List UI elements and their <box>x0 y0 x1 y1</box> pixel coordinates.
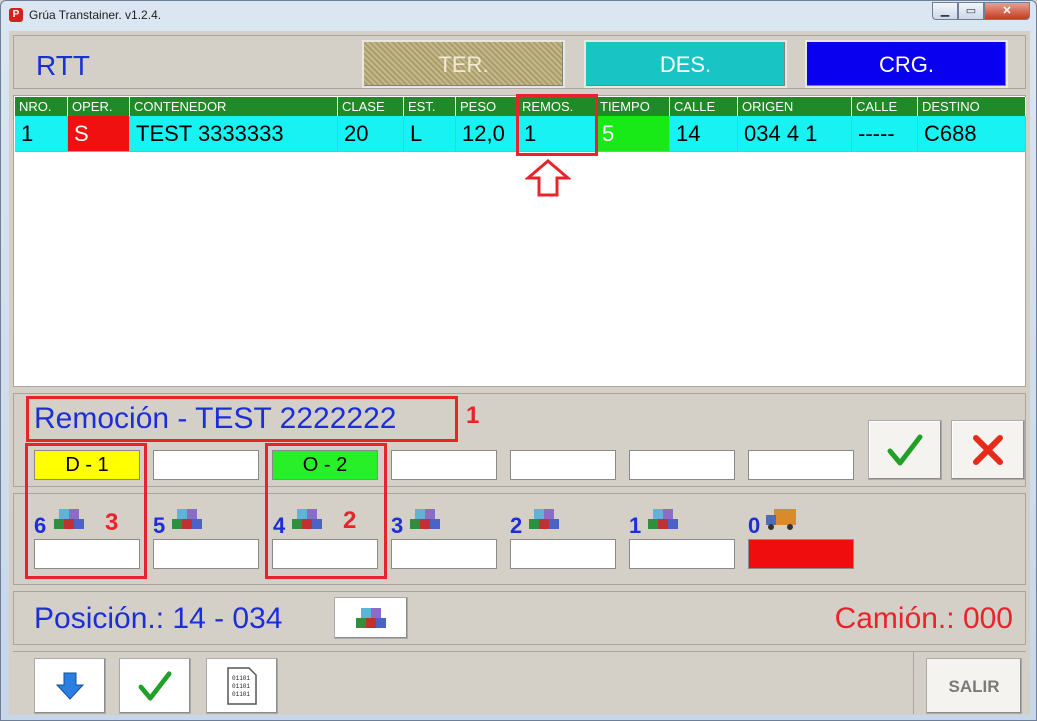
tier-label-6: 6 <box>34 513 47 538</box>
window-title: Grúa Transtainer. v1.2.4. <box>29 8 162 22</box>
tier-label-4: 4 <box>273 513 286 538</box>
mode-des-button[interactable]: DES. <box>584 40 787 88</box>
binary-document-button[interactable]: 01101 01101 01101 <box>206 658 278 714</box>
tier-slot-4[interactable] <box>272 539 378 569</box>
container-stack-icon <box>54 509 84 529</box>
col-header-calle[interactable]: CALLE <box>670 97 738 116</box>
svg-text:01101: 01101 <box>232 691 250 698</box>
tier-slot-0[interactable] <box>748 539 854 569</box>
cell-clase: 20 <box>338 116 404 152</box>
tier-slot-6[interactable] <box>34 539 140 569</box>
brand-label: RTT <box>36 50 90 81</box>
container-stack-icon <box>172 509 202 529</box>
col-header-est[interactable]: EST. <box>404 97 456 116</box>
annotation-2: 2 <box>343 507 357 534</box>
col-header-calle-destino[interactable]: CALLE <box>852 97 918 116</box>
app-window: P Grúa Transtainer. v1.2.4. ▁ ▭ ✕ RTT TE… <box>0 0 1037 721</box>
cell-peso: 12,0 <box>456 116 518 152</box>
cell-oper: S <box>68 116 130 152</box>
download-button[interactable] <box>34 658 106 714</box>
cell-contenedor: TEST 3333333 <box>130 116 338 152</box>
title-bar[interactable]: P Grúa Transtainer. v1.2.4. ▁ ▭ ✕ <box>1 1 1036 29</box>
moves-table: NRO. OPER. CONTENEDOR CLASE EST. PESO RE… <box>13 94 1026 387</box>
container-stack-icon <box>410 509 440 529</box>
mode-crg-button[interactable]: CRG. <box>805 40 1008 88</box>
cell-est: L <box>404 116 456 152</box>
annotation-1: 1 <box>466 402 480 429</box>
tier-slot-3[interactable] <box>391 539 497 569</box>
up-arrow-icon <box>525 159 571 197</box>
tier-label-5: 5 <box>153 513 166 538</box>
toolbar-separator <box>913 652 914 714</box>
col-header-destino[interactable]: DESTINO <box>918 97 1026 116</box>
removal-slot-6[interactable] <box>629 450 735 480</box>
tier-label-3: 3 <box>391 513 404 538</box>
minimize-button[interactable]: ▁ <box>932 2 958 20</box>
container-stack-icon <box>292 509 322 529</box>
col-header-contenedor[interactable]: CONTENEDOR <box>130 97 338 116</box>
cell-calle-destino: ----- <box>852 116 918 152</box>
col-header-clase[interactable]: CLASE <box>338 97 404 116</box>
container-stack-icon <box>648 509 678 529</box>
removal-panel: Remoción - TEST 2222222 1 D - 1 O - 2 <box>13 393 1026 487</box>
checkmark-icon <box>138 671 172 701</box>
cell-origen: 034 4 1 <box>738 116 852 152</box>
bottom-toolbar: 01101 01101 01101 SALIR <box>13 651 1026 714</box>
annotation-3: 3 <box>105 509 119 536</box>
tier-slot-1[interactable] <box>629 539 735 569</box>
close-icon <box>973 435 1003 465</box>
col-header-tiempo[interactable]: TIEMPO <box>596 97 670 116</box>
close-window-button[interactable]: ✕ <box>984 2 1030 20</box>
container-stack-icon <box>356 608 386 628</box>
position-label: Posición.: 14 - 034 <box>34 602 283 635</box>
maximize-button[interactable]: ▭ <box>958 2 984 20</box>
confirm-button[interactable] <box>868 420 942 480</box>
tier-label-0: 0 <box>748 513 761 538</box>
truck-icon <box>766 509 796 530</box>
mode-ter-button[interactable]: TER. <box>362 40 565 88</box>
app-icon: P <box>9 8 23 22</box>
col-header-peso[interactable]: PESO <box>456 97 518 116</box>
highlight-remos-box <box>516 94 598 156</box>
removal-slot-7[interactable] <box>748 450 854 480</box>
removal-slot-4[interactable] <box>391 450 497 480</box>
svg-text:01101: 01101 <box>232 683 250 690</box>
accept-button[interactable] <box>119 658 191 714</box>
tier-slot-5[interactable] <box>153 539 259 569</box>
tier-label-1: 1 <box>629 513 642 538</box>
highlight-title-box <box>26 396 458 442</box>
removal-slot-2[interactable] <box>153 450 259 480</box>
arrow-down-icon <box>55 672 85 700</box>
exit-button[interactable]: SALIR <box>926 658 1022 714</box>
cell-tiempo: 5 <box>596 116 670 152</box>
view-stack-button[interactable] <box>334 597 408 639</box>
cancel-button[interactable] <box>951 420 1025 480</box>
checkmark-icon <box>887 434 923 466</box>
cell-destino: C688 <box>918 116 1026 152</box>
col-header-origen[interactable]: ORIGEN <box>738 97 852 116</box>
position-bar: Posición.: 14 - 034 Camión.: 000 <box>13 591 1026 645</box>
tier-slot-2[interactable] <box>510 539 616 569</box>
cell-nro: 1 <box>15 116 68 152</box>
client-area: RTT TER. DES. CRG. NRO. OPER. CONTENEDOR… <box>9 31 1030 715</box>
removal-slot-5[interactable] <box>510 450 616 480</box>
col-header-nro[interactable]: NRO. <box>15 97 68 116</box>
tier-label-2: 2 <box>510 513 523 538</box>
container-stack-icon <box>529 509 559 529</box>
cell-calle: 14 <box>670 116 738 152</box>
svg-text:01101: 01101 <box>232 675 250 682</box>
document-icon: 01101 01101 01101 <box>227 667 257 705</box>
header-panel: RTT TER. DES. CRG. <box>13 35 1026 89</box>
camion-label: Camión.: 000 <box>834 602 1013 635</box>
col-header-oper[interactable]: OPER. <box>68 97 130 116</box>
